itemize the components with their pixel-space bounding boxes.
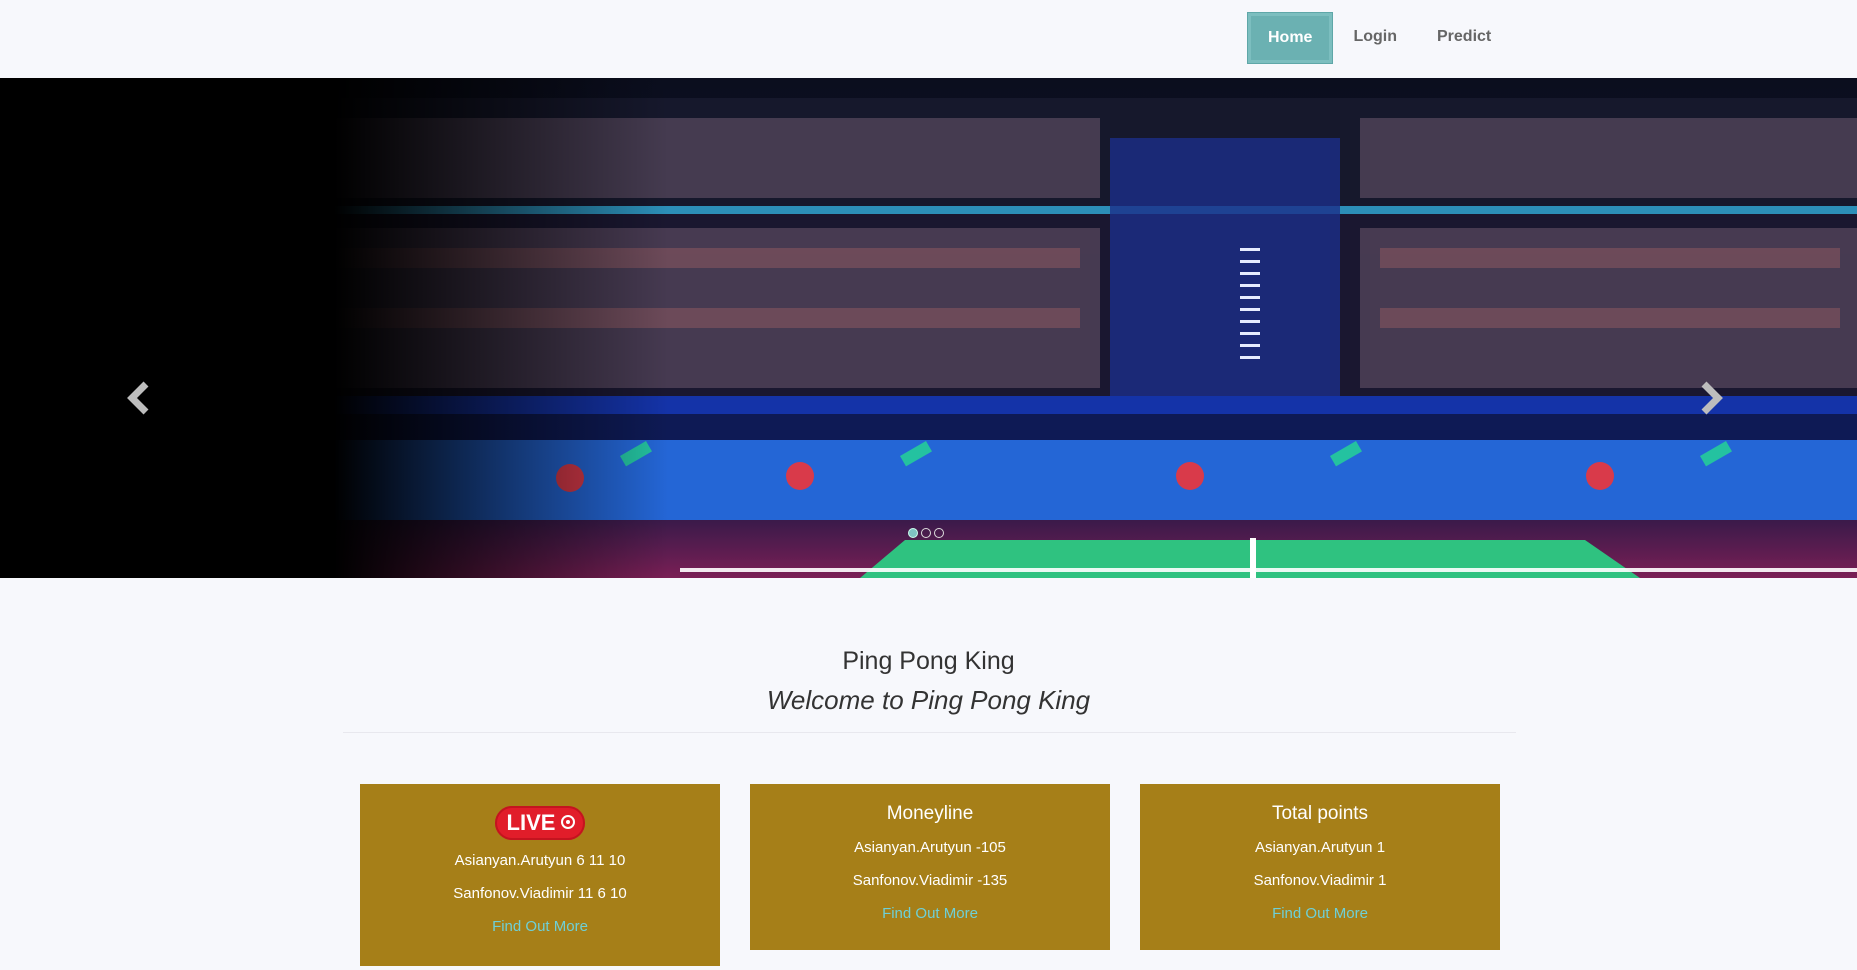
page-subtitle: Welcome to Ping Pong King — [766, 685, 1091, 715]
section-divider — [343, 732, 1516, 733]
moneyline-title: Moneyline — [886, 803, 974, 824]
page-title: Ping Pong King — [842, 647, 1015, 675]
moneyline-find-out-more-link[interactable]: Find Out More — [750, 905, 1110, 922]
carousel-prev-icon[interactable] — [120, 378, 160, 418]
live-score-row: Sanfonov.Viadimir 11 6 10 — [453, 885, 627, 902]
nav-login-link[interactable]: Login — [1333, 12, 1417, 62]
total-points-title: Total points — [1271, 803, 1369, 824]
moneyline-card: Moneyline Asianyan.Arutyun -105 Sanfonov… — [750, 784, 1110, 950]
nav-predict-link[interactable]: Predict — [1417, 12, 1511, 62]
total-points-row: Sanfonov.Viadimir 1 — [1253, 872, 1387, 889]
live-record-icon — [561, 815, 576, 830]
carousel-indicator-3[interactable] — [934, 528, 944, 538]
carousel-indicator-1[interactable] — [908, 528, 918, 538]
carousel-indicators — [908, 528, 944, 538]
total-points-row: Asianyan.Arutyun 1 — [1254, 839, 1386, 856]
nav-home-link[interactable]: Home — [1247, 12, 1334, 64]
carousel-indicator-2[interactable] — [921, 528, 931, 538]
hero-carousel — [0, 78, 1857, 578]
arena-slide-image — [0, 78, 1857, 578]
live-score-row: Asianyan.Arutyun 6 11 10 — [454, 852, 626, 869]
nav-menu: Home Login Predict — [1247, 12, 1511, 64]
total-points-find-out-more-link[interactable]: Find Out More — [1140, 905, 1500, 922]
live-badge-label: LIVE — [506, 810, 556, 835]
live-card: LIVE Asianyan.Arutyun 6 11 10 Sanfonov.V… — [360, 784, 720, 966]
moneyline-row: Asianyan.Arutyun -105 — [854, 839, 1006, 856]
carousel-next-icon[interactable] — [1690, 378, 1730, 418]
live-find-out-more-link[interactable]: Find Out More — [360, 918, 720, 935]
live-badge: LIVE — [494, 806, 586, 840]
navbar: Home Login Predict — [0, 0, 1857, 78]
moneyline-row: Sanfonov.Viadimir -135 — [852, 872, 1008, 889]
total-points-card: Total points Asianyan.Arutyun 1 Sanfonov… — [1140, 784, 1500, 950]
